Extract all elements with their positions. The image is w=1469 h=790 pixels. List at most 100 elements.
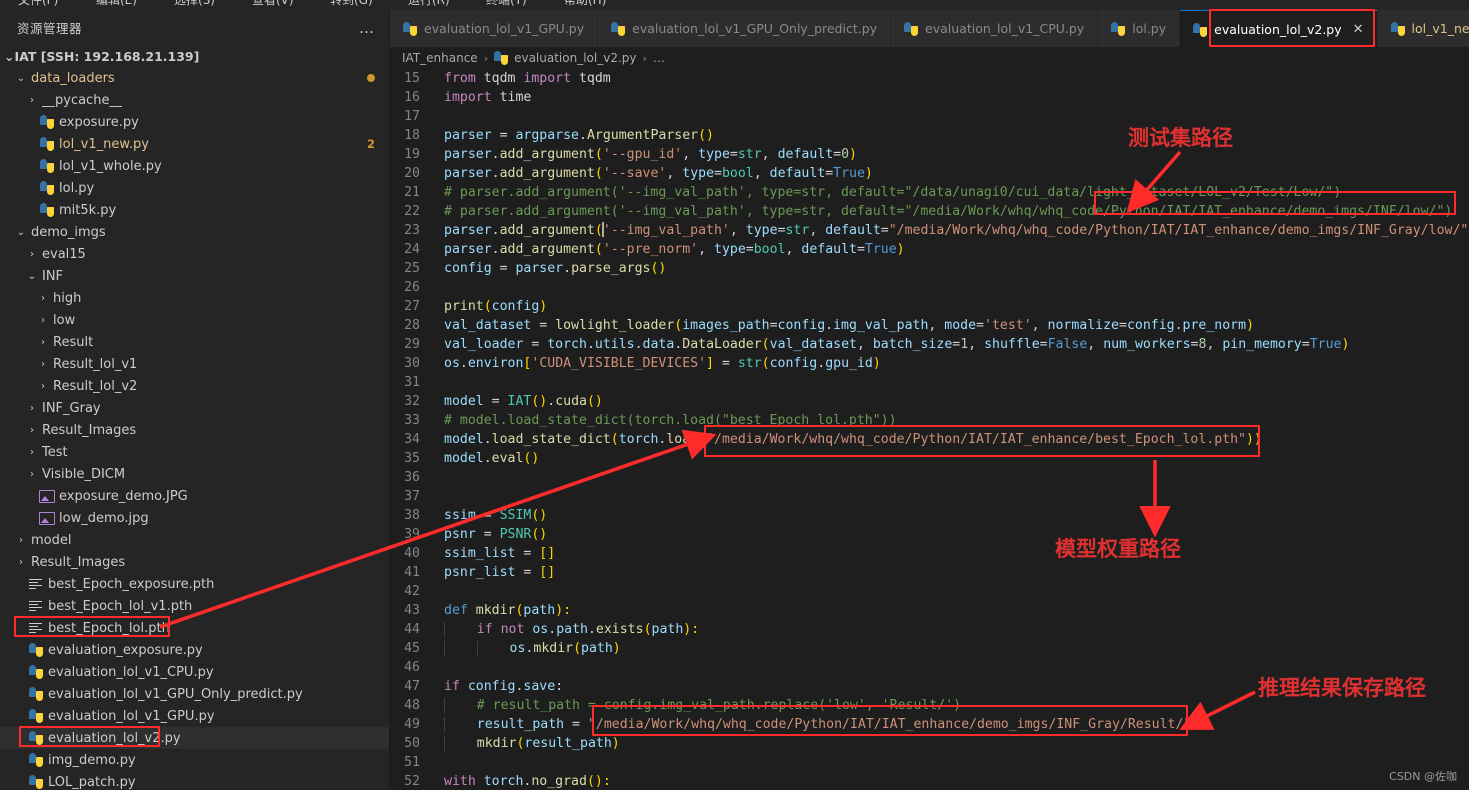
editor-tab-evaluation_lol_v2-py[interactable]: evaluation_lol_v2.py ✕: [1180, 10, 1378, 47]
code-line[interactable]: 23 parser.add_argument('--img_val_path', …: [390, 221, 1469, 240]
editor-tab-evaluation_lol_v1_gpu_only_predict-py[interactable]: evaluation_lol_v1_GPU_Only_predict.py: [598, 10, 892, 47]
code-line[interactable]: 46: [390, 658, 1469, 677]
code-line[interactable]: 41 psnr_list = []: [390, 563, 1469, 582]
chevron-down-icon[interactable]: ⌄: [4, 49, 14, 64]
chevron-right-icon[interactable]: ›: [26, 447, 38, 458]
tree-item-model[interactable]: › model: [0, 529, 389, 551]
tree-item-evaluation_lol_v1_gpu_only_predict-py[interactable]: evaluation_lol_v1_GPU_Only_predict.py: [0, 683, 389, 705]
code-line[interactable]: 47 if config.save:: [390, 677, 1469, 696]
tree-item-evaluation_exposure-py[interactable]: evaluation_exposure.py: [0, 639, 389, 661]
breadcrumb-part-1[interactable]: evaluation_lol_v2.py: [514, 51, 636, 65]
chevron-right-icon[interactable]: ›: [26, 425, 38, 436]
tree-item-test[interactable]: › Test: [0, 441, 389, 463]
code-line[interactable]: 30 os.environ['CUDA_VISIBLE_DEVICES'] = s…: [390, 354, 1469, 373]
tree-item-visible_dicm[interactable]: › Visible_DICM: [0, 463, 389, 485]
more-actions-icon[interactable]: …: [359, 20, 375, 35]
code-line[interactable]: 48 # result_path = config.img_val_path.r…: [390, 696, 1469, 715]
menu-item-1[interactable]: 编辑(E): [96, 0, 137, 8]
code-line[interactable]: 39 psnr = PSNR(): [390, 525, 1469, 544]
code-line[interactable]: 28 val_dataset = lowlight_loader(images_p…: [390, 316, 1469, 335]
tree-item-result[interactable]: › Result: [0, 331, 389, 353]
code-line[interactable]: 31: [390, 373, 1469, 392]
chevron-right-icon[interactable]: ›: [26, 403, 38, 414]
code-line[interactable]: 49 result_path = "/media/Work/whq/whq_co…: [390, 715, 1469, 734]
tree-item-result_images[interactable]: › Result_Images: [0, 419, 389, 441]
code-line[interactable]: 37: [390, 487, 1469, 506]
code-line[interactable]: 16 import time: [390, 88, 1469, 107]
code-line[interactable]: 36: [390, 468, 1469, 487]
code-line[interactable]: 15 from tqdm import tqdm: [390, 69, 1469, 88]
chevron-right-icon[interactable]: ›: [37, 293, 49, 304]
menu-item-4[interactable]: 转到(G): [330, 0, 373, 8]
tree-item-result_lol_v2[interactable]: › Result_lol_v2: [0, 375, 389, 397]
code-line[interactable]: 50 mkdir(result_path): [390, 734, 1469, 753]
tree-item-inf_gray[interactable]: › INF_Gray: [0, 397, 389, 419]
tree-item-eval15[interactable]: › eval15: [0, 243, 389, 265]
breadcrumb[interactable]: IAT_enhance › evaluation_lol_v2.py ›…: [390, 47, 1469, 69]
chevron-down-icon[interactable]: ⌄: [15, 227, 27, 238]
menu-item-7[interactable]: 帮助(H): [564, 0, 606, 8]
explorer-root-folder[interactable]: ⌄ IAT [SSH: 192.168.21.139]: [0, 45, 389, 67]
tree-item-demo_imgs[interactable]: ⌄ demo_imgs: [0, 221, 389, 243]
menu-item-0[interactable]: 文件(F): [18, 0, 58, 8]
chevron-right-icon[interactable]: ›: [15, 557, 27, 568]
chevron-right-icon[interactable]: ›: [37, 359, 49, 370]
editor-tab-evaluation_lol_v1_cpu-py[interactable]: evaluation_lol_v1_CPU.py: [891, 10, 1099, 47]
code-line[interactable]: 33 # model.load_state_dict(torch.load("be…: [390, 411, 1469, 430]
chevron-right-icon[interactable]: ›: [26, 469, 38, 480]
breadcrumb-part-2[interactable]: …: [653, 51, 665, 65]
tree-item-lol_v1_whole-py[interactable]: lol_v1_whole.py: [0, 155, 389, 177]
chevron-right-icon[interactable]: ›: [26, 249, 38, 260]
menu-bar[interactable]: 文件(F) 编辑(E) 选择(S) 查看(V) 转到(G) 运行(R) 终端(T) 帮助(H): [0, 0, 1469, 10]
tree-item-high[interactable]: › high: [0, 287, 389, 309]
menu-item-6[interactable]: 终端(T): [486, 0, 527, 8]
tree-item-evaluation_lol_v1_cpu-py[interactable]: evaluation_lol_v1_CPU.py: [0, 661, 389, 683]
tree-item-evaluation_lol_v1_gpu-py[interactable]: evaluation_lol_v1_GPU.py: [0, 705, 389, 727]
tree-item-img_demo-py[interactable]: img_demo.py: [0, 749, 389, 771]
code-line[interactable]: 24 parser.add_argument('--pre_norm', type…: [390, 240, 1469, 259]
code-line[interactable]: 27 print(config): [390, 297, 1469, 316]
editor-tab-evaluation_lol_v1_gpu-py[interactable]: evaluation_lol_v1_GPU.py: [390, 10, 599, 47]
chevron-right-icon[interactable]: ›: [26, 95, 38, 106]
code-line[interactable]: 21 # parser.add_argument('--img_val_path'…: [390, 183, 1469, 202]
chevron-right-icon[interactable]: ›: [37, 315, 49, 326]
tree-item-inf[interactable]: ⌄ INF: [0, 265, 389, 287]
chevron-right-icon[interactable]: ›: [37, 337, 49, 348]
code-line[interactable]: 43 def mkdir(path):: [390, 601, 1469, 620]
editor-tab-lol-py[interactable]: lol.py: [1098, 10, 1181, 47]
tree-item-lol-py[interactable]: lol.py: [0, 177, 389, 199]
tree-item-best_epoch_exposure-pth[interactable]: best_Epoch_exposure.pth: [0, 573, 389, 595]
code-line[interactable]: 35 model.eval(): [390, 449, 1469, 468]
chevron-right-icon[interactable]: ›: [15, 535, 27, 546]
close-icon[interactable]: ✕: [1353, 22, 1364, 37]
code-line[interactable]: 19 parser.add_argument('--gpu_id', type=s…: [390, 145, 1469, 164]
code-line[interactable]: 51: [390, 753, 1469, 772]
code-line[interactable]: 29 val_loader = torch.utils.data.DataLoad…: [390, 335, 1469, 354]
tree-item-result_lol_v1[interactable]: › Result_lol_v1: [0, 353, 389, 375]
menu-item-3[interactable]: 查看(V): [252, 0, 294, 8]
code-line[interactable]: 20 parser.add_argument('--save', type=boo…: [390, 164, 1469, 183]
code-line[interactable]: 38 ssim = SSIM(): [390, 506, 1469, 525]
tree-item-lol_patch-py[interactable]: LOL_patch.py: [0, 771, 389, 790]
tree-item-exposure_demo-jpg[interactable]: exposure_demo.JPG: [0, 485, 389, 507]
menu-item-5[interactable]: 运行(R): [408, 0, 450, 8]
chevron-right-icon[interactable]: ›: [37, 381, 49, 392]
code-editor[interactable]: 15 from tqdm import tqdm 16 import time 17 18…: [390, 69, 1469, 790]
code-line[interactable]: 18 parser = argparse.ArgumentParser(): [390, 126, 1469, 145]
tree-item-best_epoch_lol-pth[interactable]: best_Epoch_lol.pth: [0, 617, 389, 639]
tree-item-lol_v1_new-py[interactable]: lol_v1_new.py 2: [0, 133, 389, 155]
code-line[interactable]: 22 # parser.add_argument('--img_val_path'…: [390, 202, 1469, 221]
tree-item-low[interactable]: › low: [0, 309, 389, 331]
code-line[interactable]: 32 model = IAT().cuda(): [390, 392, 1469, 411]
tree-item-exposure-py[interactable]: exposure.py: [0, 111, 389, 133]
tree-item-evaluation_lol_v2-py[interactable]: evaluation_lol_v2.py: [0, 727, 389, 749]
code-line[interactable]: 34 model.load_state_dict(torch.load("/med…: [390, 430, 1469, 449]
tree-item-__pycache__[interactable]: › __pycache__: [0, 89, 389, 111]
chevron-down-icon[interactable]: ⌄: [15, 73, 27, 84]
tree-item-low_demo-jpg[interactable]: low_demo.jpg: [0, 507, 389, 529]
breadcrumb-part-0[interactable]: IAT_enhance: [402, 51, 478, 65]
tree-item-result_images[interactable]: › Result_Images: [0, 551, 389, 573]
file-tree[interactable]: ⌄ data_loaders › __pycache__ exposure.py lol_…: [0, 67, 389, 790]
chevron-down-icon[interactable]: ⌄: [26, 271, 38, 282]
code-line[interactable]: 26: [390, 278, 1469, 297]
